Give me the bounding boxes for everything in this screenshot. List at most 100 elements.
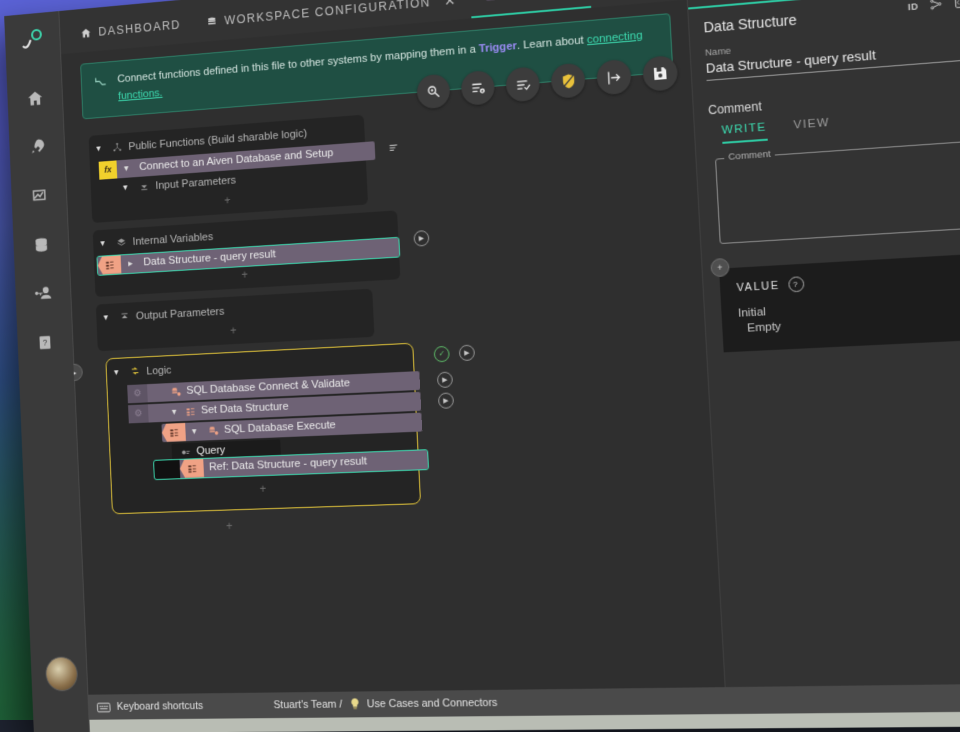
group-logic: ▾ Logic ✓ ▶ ⚙	[105, 342, 421, 514]
tree-row-label: Set Data Structure	[195, 401, 289, 417]
run-button[interactable]: ▶	[437, 371, 453, 388]
layers-icon	[116, 237, 126, 248]
sidebar-item-data[interactable]	[21, 219, 62, 271]
linx-logo-icon[interactable]	[17, 23, 48, 57]
chevron-down-icon[interactable]: ▾	[172, 406, 182, 417]
comment-section-label: Comment	[708, 99, 762, 117]
chart-flag-icon	[30, 186, 47, 205]
sidebar-item-solutions[interactable]	[16, 121, 57, 173]
input-icon	[139, 181, 149, 192]
svg-text:?: ?	[43, 338, 48, 348]
add-list-item-button[interactable]	[461, 70, 496, 106]
validate-button[interactable]	[505, 66, 540, 102]
banner-text-middle: . Learn about	[517, 34, 588, 52]
rocket-icon	[28, 137, 45, 156]
user-key-icon	[34, 283, 52, 303]
tab-label: DASHBOARD	[98, 18, 181, 39]
lightbulb-icon	[349, 697, 361, 711]
keyboard-shortcuts-label: Keyboard shortcuts	[117, 700, 204, 713]
share-nodes-icon	[112, 142, 122, 153]
gear-icon[interactable]: ⚙	[128, 404, 149, 423]
arrow-into-icon	[605, 68, 623, 86]
chevron-down-icon[interactable]: ▾	[123, 182, 133, 193]
sql-icon	[202, 425, 219, 436]
value-section-label: VALUE	[736, 279, 780, 294]
panel-expand-handle[interactable]: +	[710, 258, 730, 277]
save-button[interactable]	[642, 55, 678, 92]
shield-button[interactable]	[550, 63, 585, 100]
data-structure-icon	[179, 459, 204, 478]
chevron-right-icon[interactable]: ▸	[128, 258, 138, 269]
breadcrumb[interactable]: Stuart's Team / Use Cases and Connectors	[218, 696, 514, 713]
help-book-icon: ?	[37, 334, 54, 352]
tree-row-label: SQL Database Execute	[218, 420, 336, 437]
chevron-down-icon[interactable]: ▾	[192, 426, 203, 437]
comment-textarea-label: Comment	[724, 148, 775, 163]
properties-panel: PROPERTIES ID ? Data Structure	[686, 0, 960, 691]
sidebar-item-help[interactable]: ?	[25, 317, 66, 368]
group-public-functions: ▾ Public Functions (Build sharable logic…	[89, 114, 368, 222]
value-section: + VALUE ? Initial Empty	[719, 251, 960, 352]
close-icon[interactable]: ✕	[444, 0, 458, 9]
group-header-label: Logic	[146, 364, 171, 377]
home-icon	[80, 27, 91, 39]
search-button[interactable]	[416, 74, 450, 110]
tree-row-label: SQL Database Connect & Validate	[181, 378, 350, 398]
shield-icon	[559, 72, 577, 90]
list-add-icon	[469, 79, 486, 97]
app-icon	[483, 0, 497, 2]
id-icon[interactable]: ID	[908, 1, 919, 12]
run-button[interactable]: ▶	[413, 230, 429, 247]
database-icon	[32, 235, 49, 254]
connection-icon	[94, 75, 107, 89]
subgroup-label: Input Parameters	[155, 174, 236, 191]
tab-write[interactable]: WRITE	[721, 121, 767, 144]
keyboard-shortcuts-button[interactable]: Keyboard shortcuts	[82, 700, 218, 713]
data-structure-icon	[161, 423, 185, 442]
fx-tag-icon: fx	[99, 160, 118, 179]
application-window: ? DASHBOARD WORKSPACE CONFIGURATION ✕	[4, 0, 960, 732]
banner-keyword: Trigger	[479, 40, 518, 55]
sidebar-item-analytics[interactable]	[19, 170, 60, 222]
output-icon	[119, 312, 129, 323]
search-plus-icon	[425, 83, 441, 100]
sidebar-item-users[interactable]	[23, 268, 64, 319]
add-logic-step-button[interactable]: +	[112, 477, 420, 500]
chevron-down-icon[interactable]: ▾	[124, 163, 134, 174]
run-button[interactable]: ▶	[438, 392, 454, 409]
keyboard-icon	[97, 702, 111, 713]
row-leading-spacer	[154, 460, 180, 479]
boxed-code-icon[interactable]	[954, 0, 960, 9]
query-icon	[172, 447, 192, 458]
tab-label: WORKSPACE CONFIGURATION	[224, 0, 431, 27]
group-header-label: Internal Variables	[132, 231, 213, 248]
comment-textarea[interactable]: Comment	[715, 139, 960, 245]
user-avatar[interactable]	[45, 656, 78, 691]
chevron-down-icon[interactable]: ▾	[96, 143, 106, 154]
add-group-button[interactable]: +	[93, 515, 371, 535]
gear-icon[interactable]: ⚙	[127, 384, 148, 403]
chevron-down-icon[interactable]: ▾	[103, 312, 113, 323]
data-structure-icon	[97, 255, 121, 275]
tab-view[interactable]: VIEW	[793, 117, 830, 139]
tree-row-label: Query	[191, 445, 226, 458]
function-tree: ▾ Public Functions (Build sharable logic…	[63, 75, 716, 536]
run-button[interactable]: ▶	[459, 344, 475, 361]
node-graph-icon[interactable]	[929, 0, 944, 12]
home-icon	[26, 88, 43, 107]
sidebar-item-home[interactable]	[14, 72, 55, 124]
sql-icon	[147, 386, 181, 398]
database-icon	[206, 16, 217, 28]
group-output-parameters: ▾ Output Parameters +	[96, 288, 375, 351]
set-data-structure-icon	[182, 406, 196, 417]
chevron-down-icon[interactable]: ▾	[100, 238, 110, 249]
breadcrumb-project: Use Cases and Connectors	[367, 697, 498, 710]
function-designer-canvas: Connect functions defined in this file t…	[60, 0, 726, 699]
logic-icon	[130, 367, 140, 378]
breadcrumb-team: Stuart's Team /	[273, 699, 342, 712]
group-internal-variables: ▾ Internal Variables	[93, 210, 401, 297]
chevron-down-icon[interactable]: ▾	[114, 367, 124, 378]
help-circle-icon[interactable]: ?	[788, 276, 805, 292]
step-into-button[interactable]	[596, 59, 632, 96]
row-menu-icon[interactable]	[388, 141, 400, 154]
